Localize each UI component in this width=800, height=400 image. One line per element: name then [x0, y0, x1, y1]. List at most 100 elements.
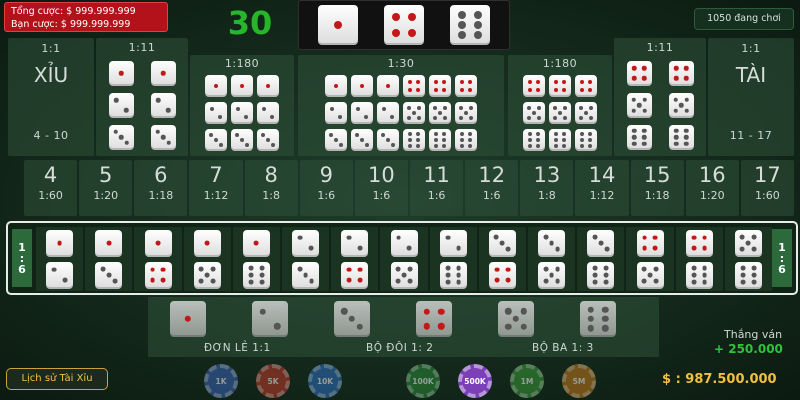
die-face-2: [231, 102, 253, 124]
total-bet-11[interactable]: 11 1:6: [409, 160, 464, 216]
total-ratio: 1:12: [203, 189, 229, 202]
die-face-3: [150, 124, 176, 150]
die-face-3: [488, 229, 516, 257]
tai-range: 11 - 17: [729, 129, 773, 142]
total-ratio: 1:60: [755, 189, 780, 202]
total-ratio: 1:60: [38, 189, 63, 202]
combo-bet-2-4[interactable]: [331, 227, 379, 291]
total-bet-13[interactable]: 13 1:8: [520, 160, 574, 216]
total-number: 10: [368, 163, 395, 187]
triple-row[interactable]: [190, 102, 294, 124]
single-bet-6[interactable]: [580, 301, 616, 341]
xiu-range: 4 - 10: [33, 129, 69, 142]
combo-bet-1-3[interactable]: [85, 227, 133, 291]
die-face-1: [318, 5, 358, 45]
single-bet-2[interactable]: [252, 301, 288, 341]
die-face-5: [538, 261, 566, 289]
triple-row[interactable]: [190, 75, 294, 97]
single-bet-4[interactable]: [416, 301, 452, 341]
single-bet-5[interactable]: [498, 301, 534, 341]
total-number: 14: [588, 163, 616, 187]
die-face-4: [416, 301, 452, 337]
xiu-bet-area[interactable]: 1:1 XỈU 4 - 10: [8, 38, 94, 156]
chip-10k[interactable]: 10K: [308, 364, 342, 398]
die-face-1: [231, 75, 253, 97]
single-bet-3[interactable]: [334, 301, 370, 341]
die-face-2: [108, 92, 134, 118]
combo-bet-1-2[interactable]: [36, 227, 84, 291]
total-bet-12[interactable]: 12 1:6: [465, 160, 519, 216]
combo-bet-3-6[interactable]: [577, 227, 625, 291]
die-face-6: [429, 129, 451, 151]
triples-right-area[interactable]: 1:180: [508, 55, 612, 156]
die-face-4: [636, 229, 664, 257]
total-bet-7[interactable]: 7 1:12: [189, 160, 243, 216]
die-face-6: [450, 5, 490, 45]
chip-5k[interactable]: 5K: [256, 364, 290, 398]
die-face-1: [95, 229, 123, 257]
total-number: 16: [698, 163, 726, 187]
triple-row[interactable]: [508, 129, 612, 151]
die-face-4: [403, 75, 425, 97]
total-bet-8[interactable]: 8 1:8: [244, 160, 298, 216]
die-face-1: [193, 229, 221, 257]
history-button[interactable]: Lịch sử Tài Xỉu: [6, 368, 108, 390]
combo-bet-1-4[interactable]: [134, 227, 182, 291]
pairs-left-area[interactable]: 1:11: [96, 38, 188, 156]
die-face-5: [193, 261, 221, 289]
total-ratio: 1:8: [537, 189, 556, 202]
total-bet-9[interactable]: 9 1:6: [299, 160, 353, 216]
chip-100k[interactable]: 100K: [406, 364, 440, 398]
tai-bet-area[interactable]: 1:1 TÀI 11 - 17: [708, 38, 794, 156]
die-face-1: [325, 75, 347, 97]
pairs-right-area[interactable]: 1:11: [614, 38, 706, 156]
combo-bet-1-5[interactable]: [183, 227, 231, 291]
combo-ratio-right: 1:6: [772, 229, 792, 287]
combo-bet-2-5[interactable]: [380, 227, 428, 291]
total-bet-14[interactable]: 14 1:12: [575, 160, 629, 216]
triples-left-ratio: 1:180: [224, 57, 260, 70]
die-face-1: [351, 75, 373, 97]
total-bet-16[interactable]: 16 1:20: [685, 160, 739, 216]
chip-1k[interactable]: 1K: [204, 364, 238, 398]
triple-row[interactable]: [508, 75, 612, 97]
die-face-6: [668, 124, 694, 150]
die-face-6: [455, 129, 477, 151]
combo-bet-2-6[interactable]: [429, 227, 477, 291]
total-bet-15[interactable]: 15 1:18: [630, 160, 684, 216]
chip-label: 10K: [316, 376, 334, 386]
combo-bet-4-5[interactable]: [626, 227, 674, 291]
die-face-6: [626, 124, 652, 150]
combo-bet-4-6[interactable]: [675, 227, 723, 291]
single-bet-1[interactable]: [170, 301, 206, 341]
die-face-5: [668, 92, 694, 118]
chip-5m[interactable]: 5M: [562, 364, 596, 398]
any-triple-area[interactable]: 1:30: [298, 55, 504, 156]
bet-summary: Tổng cược: $ 999.999.999 Bạn cược: $ 999…: [4, 2, 168, 32]
chip-1m[interactable]: 1M: [510, 364, 544, 398]
die-face-2: [252, 301, 288, 337]
total-bet-10[interactable]: 10 1:6: [354, 160, 408, 216]
die-face-4: [549, 75, 571, 97]
triple-row[interactable]: [508, 102, 612, 124]
win-label: Thắng ván: [724, 328, 783, 341]
countdown-timer: 30: [227, 4, 273, 42]
total-ratio: 1:6: [317, 189, 336, 202]
total-bet-5[interactable]: 5 1:20: [79, 160, 133, 216]
die-face-6: [523, 129, 545, 151]
die-face-6: [242, 261, 270, 289]
total-bet-4[interactable]: 4 1:60: [24, 160, 78, 216]
chip-500k[interactable]: 500K: [458, 364, 492, 398]
total-bet-17[interactable]: 17 1:60: [740, 160, 794, 216]
combo-bet-3-4[interactable]: [478, 227, 527, 291]
triple-row[interactable]: [190, 129, 294, 151]
total-bet-6[interactable]: 6 1:18: [134, 160, 188, 216]
pairs-right-grid: [614, 57, 706, 153]
combo-bet-3-5[interactable]: [528, 227, 576, 291]
combo-bet-5-6[interactable]: [724, 227, 773, 291]
triples-left-area[interactable]: 1:180: [190, 55, 294, 156]
die-face-2: [439, 229, 467, 257]
combo-bet-2-3[interactable]: [282, 227, 330, 291]
combo-bet-1-6[interactable]: [232, 227, 281, 291]
die-face-6: [685, 261, 713, 289]
